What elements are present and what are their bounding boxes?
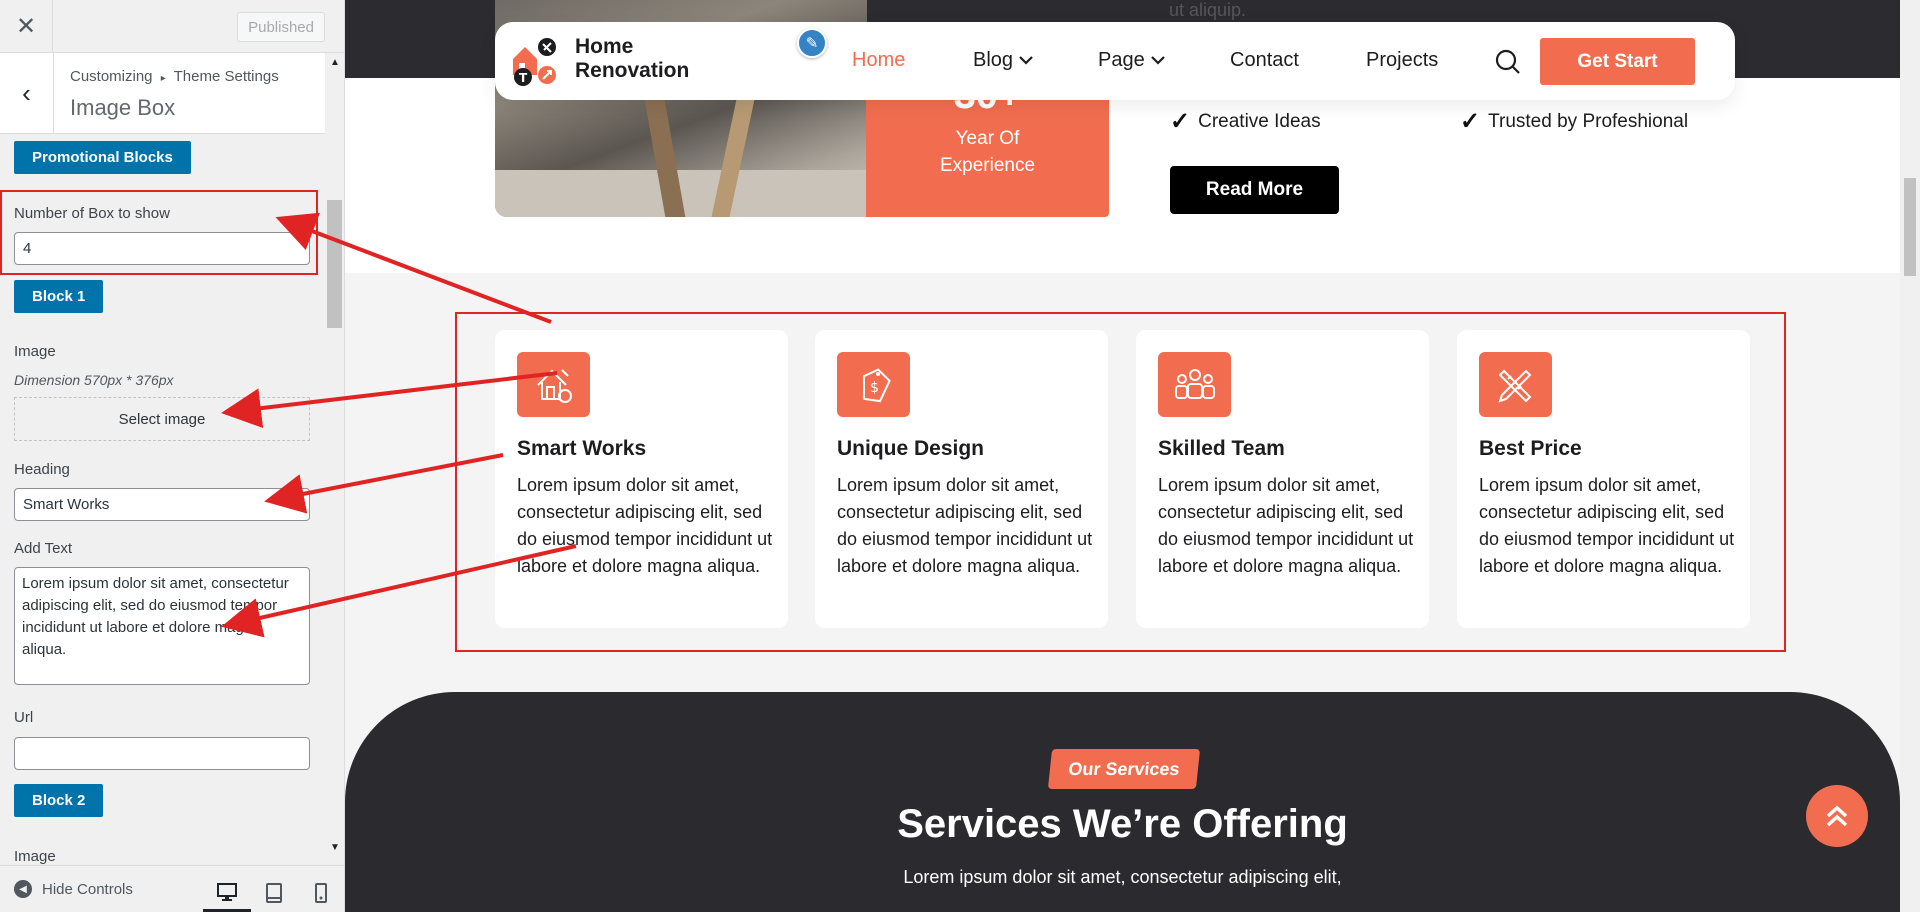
hide-controls-button[interactable]: ◀ Hide Controls (14, 880, 133, 898)
check-item-creative-ideas: ✓ Creative Ideas (1170, 107, 1321, 136)
check-icon: ✓ (1460, 108, 1481, 135)
scroll-down-arrow-icon[interactable]: ▼ (330, 842, 340, 853)
check-label: Creative Ideas (1198, 110, 1321, 132)
url-label: Url (14, 709, 34, 726)
check-item-trusted: ✓ Trusted by Profeshional (1460, 107, 1688, 136)
mobile-preview-icon[interactable] (297, 874, 344, 912)
feature-card-smart-works: Smart Works Lorem ipsum dolor sit amet, … (495, 330, 788, 628)
breadcrumb-item-customizing: Customizing (70, 68, 153, 85)
hide-controls-icon: ◀ (14, 880, 32, 898)
services-badge: Our Services (1047, 749, 1201, 789)
feature-card-skilled-team: Skilled Team Lorem ipsum dolor sit amet,… (1136, 330, 1429, 628)
feature-text: Lorem ipsum dolor sit amet, consectetur … (837, 475, 1093, 576)
brand-name[interactable]: Home Renovation (575, 35, 689, 83)
feature-title: Best Price (1479, 437, 1582, 460)
breadcrumb: Customizing ▸ Theme Settings (70, 68, 279, 85)
check-icon: ✓ (1170, 108, 1191, 135)
number-of-box-label: Number of Box to show (14, 205, 170, 222)
experience-line-2: Experience (939, 155, 1036, 176)
hide-controls-label: Hide Controls (42, 880, 133, 898)
team-icon (1158, 352, 1231, 417)
svg-text:T: T (519, 71, 528, 85)
add-text-label: Add Text (14, 540, 73, 557)
nav-contact-label: Contact (1230, 49, 1299, 71)
double-chevron-up-icon (1826, 805, 1848, 827)
image-label: Image (14, 343, 56, 360)
heading-input[interactable]: Smart Works (14, 488, 310, 521)
add-text-textarea[interactable]: Lorem ipsum dolor sit amet, consectetur … (14, 567, 310, 685)
site-header: T Home Renovation ✎ Home Blog Page Conta… (495, 22, 1735, 100)
section-header: ‹ Customizing ▸ Theme Settings Image Box (0, 53, 325, 134)
feature-text: Lorem ipsum dolor sit amet, consectetur … (1479, 475, 1735, 576)
brand-line-2: Renovation (575, 59, 690, 82)
nav-blog[interactable]: Blog (973, 49, 1033, 72)
nav-home-label: Home (852, 49, 906, 71)
nav-blog-label: Blog (973, 49, 1014, 71)
experience-line-1: Year Of (955, 128, 1020, 149)
nav-projects-label: Projects (1366, 49, 1439, 71)
get-start-button[interactable]: Get Start (1540, 38, 1695, 85)
feature-title: Skilled Team (1158, 437, 1285, 460)
feature-card-unique-design: $ Unique Design Lorem ipsum dolor sit am… (815, 330, 1108, 628)
url-input[interactable] (14, 737, 310, 770)
feature-title: Smart Works (517, 437, 647, 460)
brand-line-1: Home (575, 35, 634, 58)
sidebar-scrollbar-track[interactable] (327, 70, 342, 840)
block-1-button[interactable]: Block 1 (14, 280, 104, 313)
nav-contact[interactable]: Contact (1230, 49, 1299, 72)
tablet-preview-icon[interactable] (250, 874, 298, 912)
site-preview: 30+ Year Of Experience ut aliquip. ✓ Cre… (345, 0, 1920, 912)
scroll-to-top-button[interactable] (1806, 785, 1868, 847)
price-tag-icon: $ (837, 352, 910, 417)
chevron-down-icon (1150, 54, 1165, 68)
promotional-blocks-button[interactable]: Promotional Blocks (14, 141, 191, 174)
feature-card-best-price: Best Price Lorem ipsum dolor sit amet, c… (1457, 330, 1750, 628)
chevron-down-icon (1019, 54, 1033, 68)
breadcrumb-item-theme-settings: Theme Settings (173, 68, 279, 85)
sidebar-scrollbar-thumb[interactable] (327, 200, 342, 328)
close-icon[interactable]: ✕ (0, 0, 53, 53)
services-title: Services We’re Offering (897, 802, 1348, 846)
section-title: Image Box (70, 95, 176, 120)
feature-text: Lorem ipsum dolor sit amet, consectetur … (1158, 475, 1414, 576)
svg-text:$: $ (870, 380, 879, 396)
experience-text: Year Of Experience (866, 125, 1109, 179)
home-renovation-logo-icon[interactable]: T (509, 35, 561, 87)
feature-text: Lorem ipsum dolor sit amet, consectetur … (517, 475, 773, 576)
house-tools-icon (517, 352, 590, 417)
nav-home[interactable]: Home (852, 49, 905, 72)
edit-pencil-icon[interactable]: ✎ (797, 28, 827, 58)
breadcrumb-separator: ▸ (160, 73, 166, 84)
nav-projects[interactable]: Projects (1366, 49, 1438, 72)
services-text: Lorem ipsum dolor sit amet, consectetur … (903, 867, 1342, 887)
scroll-up-arrow-icon[interactable]: ▲ (330, 57, 340, 68)
published-button[interactable]: Published (237, 12, 325, 42)
preview-scrollbar-thumb[interactable] (1904, 178, 1916, 276)
customizer-sidebar: ✕ Published ‹ Customizing ▸ Theme Settin… (0, 0, 345, 912)
about-text-fragment: ut aliquip. (1169, 0, 1247, 20)
preview-scrollbar-track[interactable] (1900, 0, 1920, 912)
check-label: Trusted by Profeshional (1488, 110, 1689, 132)
block-2-button[interactable]: Block 2 (14, 784, 104, 817)
image-2-label: Image (14, 848, 56, 865)
pencil-ruler-icon (1479, 352, 1552, 417)
search-icon[interactable] (1495, 49, 1521, 75)
read-more-button[interactable]: Read More (1170, 166, 1339, 214)
number-of-box-input[interactable]: 4 (14, 232, 310, 265)
customizer-topbar: ✕ Published (0, 0, 344, 53)
services-section: Our Services Services We’re Offering Lor… (345, 692, 1900, 912)
feature-title: Unique Design (837, 437, 985, 460)
customizer-footer: ◀ Hide Controls (0, 865, 344, 912)
heading-label: Heading (14, 461, 70, 478)
nav-page[interactable]: Page (1098, 49, 1165, 72)
back-arrow-icon[interactable]: ‹ (0, 53, 54, 134)
select-image-button[interactable]: Select image (14, 397, 310, 441)
image-dimension-text: Dimension 570px * 376px (14, 372, 174, 388)
nav-page-label: Page (1098, 49, 1145, 71)
desktop-preview-icon[interactable] (203, 874, 251, 912)
